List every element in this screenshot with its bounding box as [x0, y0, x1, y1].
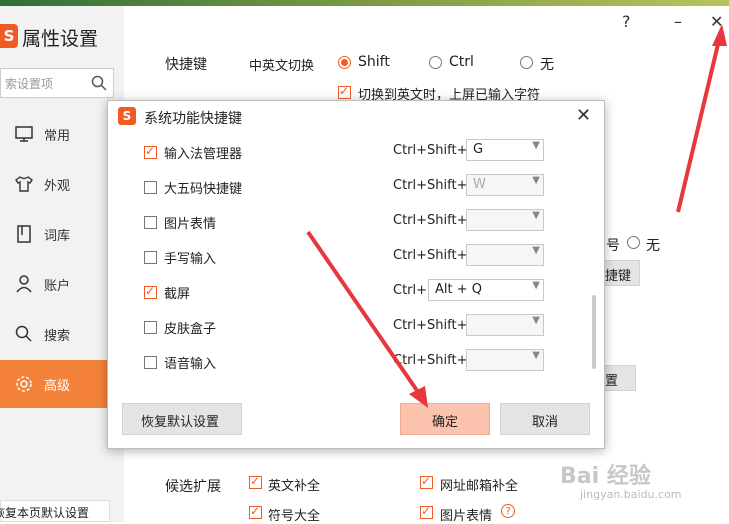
arrow-to-close [676, 39, 721, 213]
arrow-head-ok-icon [409, 386, 428, 408]
arrow-to-ok [306, 230, 420, 394]
watermark-brand: Bai 经验 [560, 464, 651, 489]
arrow-head-close-icon [712, 24, 727, 46]
watermark-url: jingyan.baidu.com [580, 488, 682, 501]
annotation-arrows [306, 24, 727, 408]
